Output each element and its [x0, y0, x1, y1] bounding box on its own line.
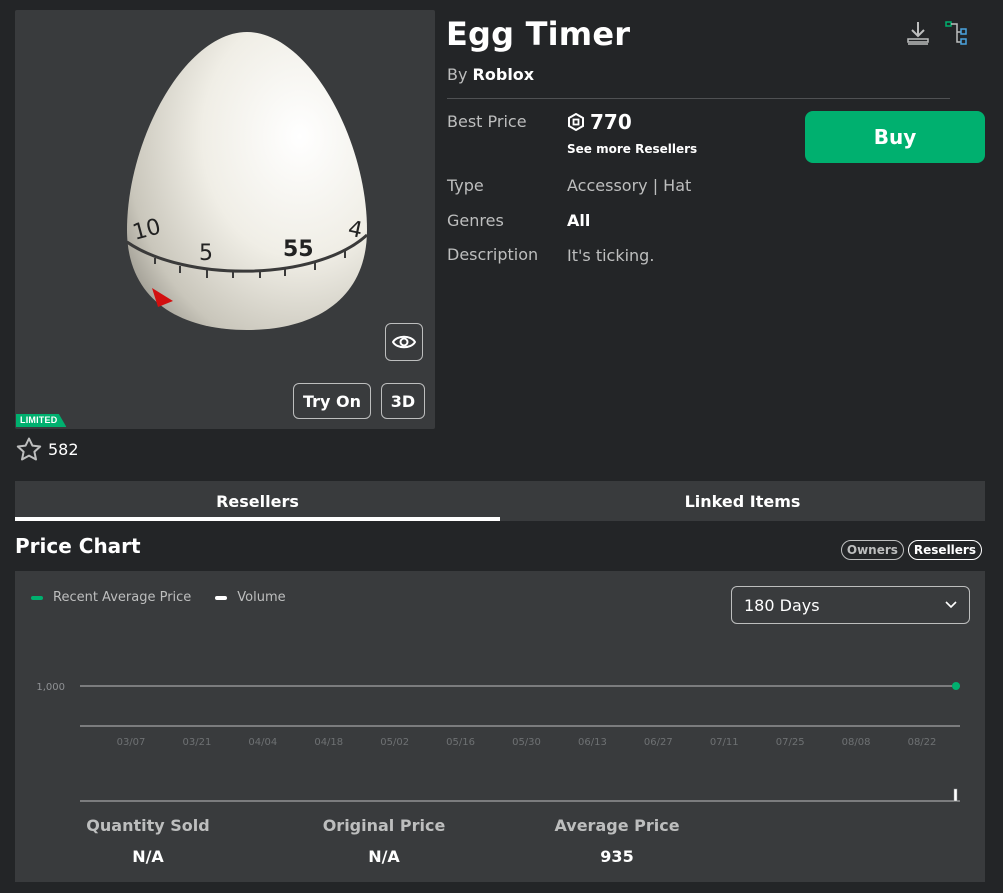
x-tick-label: 03/21: [183, 737, 212, 748]
best-price: 770: [567, 110, 632, 134]
item-title: Egg Timer: [446, 15, 631, 53]
stat-label: Average Price: [554, 816, 680, 835]
tab-linked-items[interactable]: Linked Items: [500, 481, 985, 521]
x-tick-label: 07/11: [710, 737, 739, 748]
stat-label: Quantity Sold: [86, 816, 210, 835]
hierarchy-icon[interactable]: [945, 20, 969, 46]
description-value: It's ticking.: [567, 246, 655, 265]
egg-timer-image: 10 5 55 4: [126, 32, 369, 330]
stat-value: N/A: [368, 847, 400, 866]
stat-label: Original Price: [322, 816, 446, 835]
owners-chip[interactable]: Owners: [840, 540, 904, 560]
tab-resellers[interactable]: Resellers: [15, 481, 500, 521]
y-tick-label: 1,000: [36, 682, 65, 693]
x-tick-label: 04/04: [248, 737, 277, 748]
x-tick-label: 05/02: [380, 737, 409, 748]
stat-value: 935: [600, 847, 634, 866]
x-tick-label: 07/25: [776, 737, 805, 748]
creator-link[interactable]: Roblox: [473, 65, 535, 84]
stat-quantity-sold: Quantity Sold N/A: [75, 816, 221, 866]
view-button[interactable]: [385, 323, 423, 361]
tab-bar: Resellers Linked Items: [15, 481, 985, 521]
genres-label: Genres: [447, 211, 504, 230]
download-icon[interactable]: [905, 20, 931, 46]
stat-average-price: Average Price 935: [544, 816, 690, 866]
genres-value[interactable]: All: [567, 211, 590, 230]
x-tick-label: 05/16: [446, 737, 475, 748]
price-stats: Quantity Sold N/A Original Price N/A Ave…: [15, 816, 985, 876]
type-label: Type: [447, 176, 484, 195]
favorite-row: 582: [16, 437, 79, 461]
creator-line: By Roblox: [447, 65, 534, 84]
price-chart-title: Price Chart: [15, 534, 141, 558]
try-on-button[interactable]: Try On: [293, 383, 371, 419]
description-label: Description: [447, 245, 539, 264]
robux-icon: [568, 113, 584, 131]
stat-value: N/A: [132, 847, 164, 866]
type-value: Accessory | Hat: [567, 176, 692, 195]
svg-text:55: 55: [283, 237, 314, 262]
buy-button[interactable]: Buy: [805, 111, 985, 163]
svg-text:5: 5: [199, 241, 213, 266]
3d-button[interactable]: 3D: [381, 383, 425, 419]
x-tick-label: 06/13: [578, 737, 607, 748]
x-tick-label: 04/18: [314, 737, 343, 748]
price-chart-plot: 1,000 03/07 03/21 04/04 04/18 05/02 05/16 05/30…: [36, 682, 960, 802]
header-divider: [447, 98, 950, 99]
favorite-count: 582: [48, 439, 79, 459]
star-icon[interactable]: [16, 437, 42, 461]
x-tick-label: 03/07: [117, 737, 146, 748]
best-price-value: 770: [590, 110, 632, 134]
price-point: [952, 682, 960, 690]
see-more-resellers-link[interactable]: See more Resellers: [567, 142, 697, 156]
price-chart-panel: Recent Average Price Volume 180 Days 1,0…: [15, 571, 985, 882]
resellers-chip[interactable]: Resellers: [907, 540, 982, 560]
volume-bar: [953, 788, 958, 802]
chart-mode-toggle: Owners Resellers: [840, 540, 982, 560]
x-tick-label: 08/22: [908, 737, 937, 748]
x-tick-label: 08/08: [842, 737, 871, 748]
best-price-label: Best Price: [447, 112, 527, 131]
by-prefix: By: [447, 65, 468, 84]
eye-icon: [392, 335, 416, 349]
stat-original-price: Original Price N/A: [311, 816, 457, 866]
x-tick-label: 06/27: [644, 737, 673, 748]
header-actions: [905, 20, 969, 46]
x-tick-label: 05/30: [512, 737, 541, 748]
limited-badge: LIMITED: [16, 414, 67, 427]
item-thumbnail: 10 5 55 4 Try On 3D: [15, 10, 435, 429]
